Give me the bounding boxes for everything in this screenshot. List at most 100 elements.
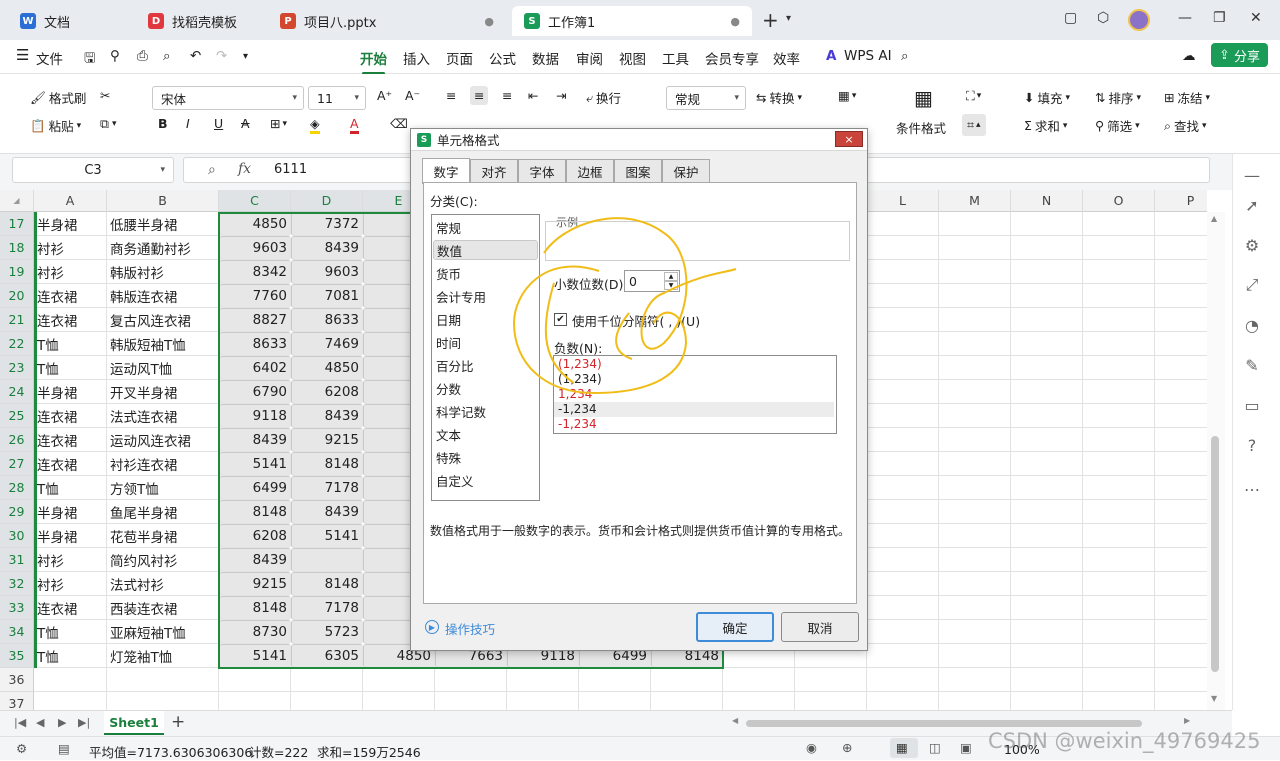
- tab-number[interactable]: 数字: [422, 158, 470, 184]
- paste-button[interactable]: 📋 粘贴 ▾: [30, 116, 81, 135]
- row-header[interactable]: 23: [0, 356, 34, 380]
- cut-icon[interactable]: ✂: [100, 88, 110, 103]
- grid-cell[interactable]: [1011, 404, 1083, 428]
- grid-cell[interactable]: 运动风连衣裙: [107, 428, 219, 452]
- grid-cell[interactable]: [939, 332, 1011, 356]
- row-header[interactable]: 30: [0, 524, 34, 548]
- grid-cell[interactable]: [1011, 428, 1083, 452]
- grid-cell[interactable]: [867, 596, 939, 620]
- grid-cell[interactable]: [1155, 260, 1207, 284]
- undo-icon[interactable]: ↶: [190, 48, 201, 64]
- cloud-upload-icon[interactable]: ☁: [1182, 48, 1196, 64]
- negative-format-item[interactable]: (1,234): [554, 372, 834, 387]
- grid-cell[interactable]: 9603: [291, 260, 363, 284]
- grid-cell[interactable]: [1155, 284, 1207, 308]
- grid-cell[interactable]: 8439: [219, 548, 291, 572]
- grid-cell[interactable]: 方领T恤: [107, 476, 219, 500]
- category-item[interactable]: 日期: [436, 309, 536, 329]
- category-item[interactable]: 货币: [436, 263, 536, 283]
- grid-cell[interactable]: [1011, 644, 1083, 668]
- grid-cell[interactable]: 简约风衬衫: [107, 548, 219, 572]
- row-header[interactable]: 17: [0, 212, 34, 236]
- grid-cell[interactable]: [867, 452, 939, 476]
- grid-cell[interactable]: [939, 476, 1011, 500]
- first-sheet-icon[interactable]: |◀: [14, 716, 26, 729]
- row-header[interactable]: 34: [0, 620, 34, 644]
- row-header[interactable]: 36: [0, 668, 34, 692]
- grid-cell[interactable]: [1155, 692, 1207, 710]
- grid-cell[interactable]: 韩版衬衫: [107, 260, 219, 284]
- grid-cell[interactable]: 5141: [219, 644, 291, 668]
- search-icon[interactable]: ⌕: [901, 48, 909, 64]
- grid-cell[interactable]: 8827: [219, 308, 291, 332]
- column-header[interactable]: D: [291, 190, 363, 212]
- grid-cell[interactable]: 8439: [291, 236, 363, 260]
- tab-pptx[interactable]: P 项目八.pptx ●: [268, 6, 506, 36]
- wrap-text-button[interactable]: ⤶ 换行: [586, 88, 621, 107]
- grid-cell[interactable]: [1011, 356, 1083, 380]
- grid-cell[interactable]: [363, 692, 435, 710]
- column-header[interactable]: C: [219, 190, 291, 212]
- grid-cell[interactable]: [1083, 356, 1155, 380]
- grid-cell[interactable]: 运动风T恤: [107, 356, 219, 380]
- grid-cell[interactable]: [939, 692, 1011, 710]
- number-format-select[interactable]: 常规 ▾: [666, 86, 746, 110]
- grid-cell[interactable]: 5141: [291, 524, 363, 548]
- crop-icon[interactable]: ⌗ ▴: [962, 114, 986, 136]
- grid-cell[interactable]: 衬衫: [34, 548, 107, 572]
- chevron-down-icon[interactable]: ▾: [786, 13, 791, 24]
- category-item[interactable]: 会计专用: [436, 286, 536, 306]
- thousands-separator-checkbox[interactable]: ✔: [554, 313, 567, 326]
- grid-cell[interactable]: T恤: [34, 620, 107, 644]
- border-icon[interactable]: ⊞ ▾: [270, 116, 287, 131]
- grid-cell[interactable]: [291, 668, 363, 692]
- grid-cell[interactable]: 韩版短袖T恤: [107, 332, 219, 356]
- grid-cell[interactable]: 8439: [219, 428, 291, 452]
- row-header[interactable]: 29: [0, 500, 34, 524]
- grid-cell[interactable]: [1083, 644, 1155, 668]
- grid-cell[interactable]: [939, 404, 1011, 428]
- align-middle-icon[interactable]: ≡: [470, 86, 489, 105]
- name-box[interactable]: C3 ▾: [12, 157, 174, 183]
- grid-cell[interactable]: [939, 500, 1011, 524]
- zoom-icon[interactable]: ⌕: [208, 162, 216, 178]
- row-header[interactable]: 32: [0, 572, 34, 596]
- grid-cell[interactable]: [867, 308, 939, 332]
- grid-cell[interactable]: [1011, 212, 1083, 236]
- grid-cell[interactable]: [1155, 620, 1207, 644]
- ok-button[interactable]: 确定: [696, 612, 774, 642]
- grid-cell[interactable]: [939, 284, 1011, 308]
- grid-cell[interactable]: [939, 380, 1011, 404]
- negative-format-item[interactable]: -1,234: [554, 402, 834, 417]
- grid-cell[interactable]: [651, 668, 723, 692]
- grid-cell[interactable]: [1155, 476, 1207, 500]
- category-item[interactable]: 数值: [433, 240, 538, 260]
- grid-cell[interactable]: [939, 260, 1011, 284]
- grid-cell[interactable]: 7178: [291, 476, 363, 500]
- grid-cell[interactable]: [1083, 548, 1155, 572]
- grid-cell[interactable]: [939, 452, 1011, 476]
- negative-format-item[interactable]: 1,234: [554, 387, 834, 402]
- grid-cell[interactable]: [939, 548, 1011, 572]
- negative-numbers-list[interactable]: (1,234) (1,234) 1,234 -1,234 -1,234: [553, 355, 837, 434]
- grid-cell[interactable]: [1083, 428, 1155, 452]
- category-item[interactable]: 特殊: [436, 447, 536, 467]
- grid-cell[interactable]: [867, 692, 939, 710]
- grid-cell[interactable]: 连衣裙: [34, 428, 107, 452]
- align-bottom-icon[interactable]: ≡: [502, 88, 512, 103]
- grid-cell[interactable]: [1155, 212, 1207, 236]
- grid-cell[interactable]: [291, 548, 363, 572]
- grid-cell[interactable]: [867, 332, 939, 356]
- sort-button[interactable]: ⇅ 排序 ▾: [1095, 88, 1141, 107]
- grid-cell[interactable]: 半身裙: [34, 524, 107, 548]
- menu-data[interactable]: 数据: [532, 48, 559, 68]
- grid-cell[interactable]: [939, 644, 1011, 668]
- grid-cell[interactable]: [107, 692, 219, 710]
- tab-font[interactable]: 字体: [518, 159, 566, 183]
- macro-icon[interactable]: ⚙: [16, 741, 27, 756]
- grid-cell[interactable]: 灯笼袖T恤: [107, 644, 219, 668]
- share-button[interactable]: ⇪ 分享: [1211, 43, 1268, 67]
- scroll-thumb[interactable]: [1211, 436, 1219, 672]
- grid-cell[interactable]: 6305: [291, 644, 363, 668]
- row-header[interactable]: 18: [0, 236, 34, 260]
